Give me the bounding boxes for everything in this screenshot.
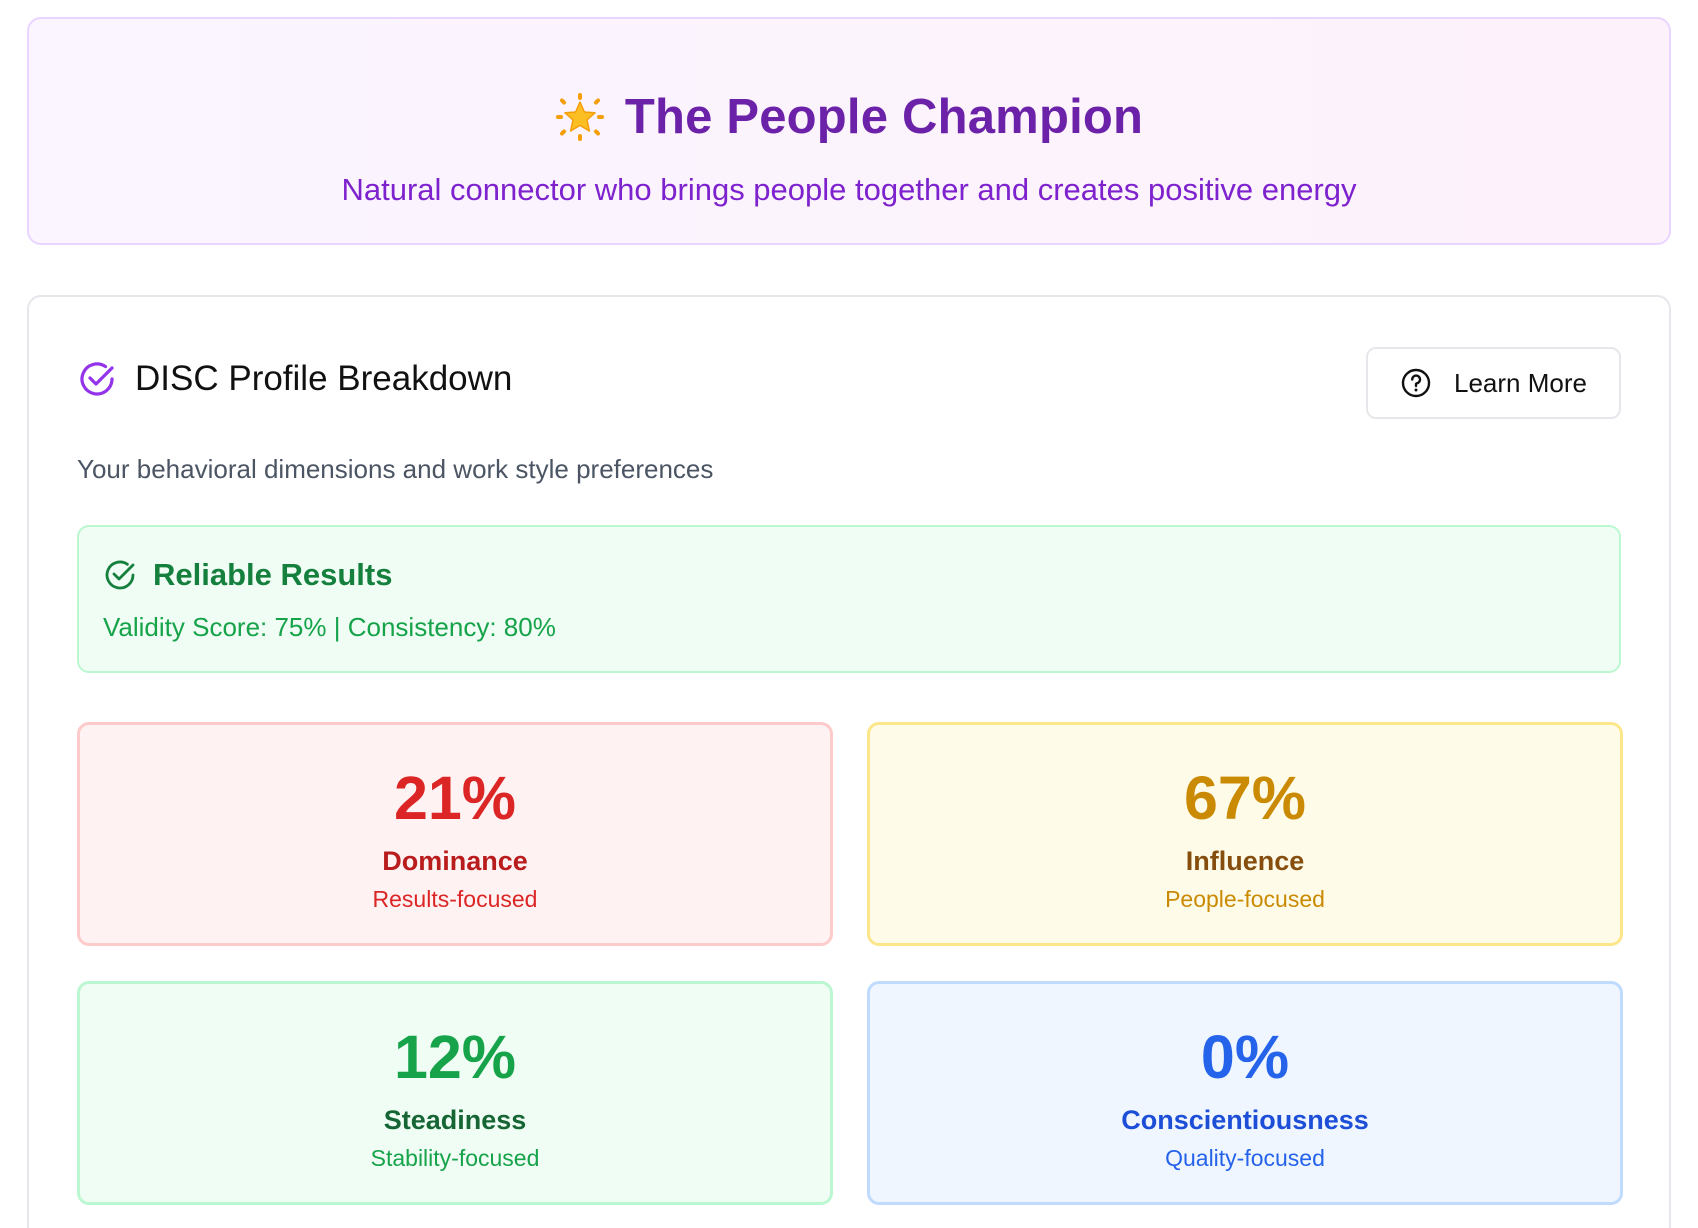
disc-name: Influence [1185,846,1305,876]
circle-check-icon [105,560,135,590]
disc-percent: 0% [1200,1023,1290,1091]
card-description: Your behavioral dimensions and work styl… [77,454,714,484]
disc-conscientiousness-tile: 0% Conscientiousness Quality-focused [867,981,1623,1205]
disc-name: Conscientiousness [1121,1105,1369,1135]
learn-more-label: Learn More [1454,367,1587,398]
disc-dominance-tile: 21% Dominance Results-focused [77,722,833,946]
disc-percent: 67% [1183,764,1307,832]
disc-steadiness-tile: 12% Steadiness Stability-focused [77,981,833,1205]
disc-focus: Results-focused [372,886,538,912]
page: The People Champion Natural connector wh… [0,0,1698,1228]
disc-focus: People-focused [1165,886,1325,912]
disc-name: Dominance [382,846,528,876]
disc-percent: 12% [393,1023,517,1091]
reliability-title: Reliable Results [153,557,393,592]
question-circle-icon [1401,368,1431,398]
personality-type-subtitle: Natural connector who brings people toge… [341,172,1357,207]
reliability-banner: Reliable Results Validity Score: 75% | C… [77,525,1621,673]
disc-percent: 21% [393,764,517,832]
disc-name: Steadiness [383,1105,527,1135]
circle-check-icon [80,362,114,396]
reliability-metrics: Validity Score: 75% | Consistency: 80% [103,612,556,642]
personality-type-title: The People Champion [624,90,1144,144]
disc-influence-tile: 67% Influence People-focused [867,722,1623,946]
personality-type-banner: The People Champion Natural connector wh… [27,17,1671,245]
disc-focus: Quality-focused [1165,1145,1325,1171]
card-header: DISC Profile Breakdown [77,359,512,399]
disc-profile-card: DISC Profile Breakdown Learn More Your b… [27,295,1671,1228]
glowing-star-icon [555,93,604,141]
card-title: DISC Profile Breakdown [135,359,513,398]
personality-title-row: The People Champion [29,89,1669,145]
disc-focus: Stability-focused [370,1145,540,1171]
reliability-header: Reliable Results [103,557,392,593]
learn-more-button[interactable]: Learn More [1366,347,1621,419]
